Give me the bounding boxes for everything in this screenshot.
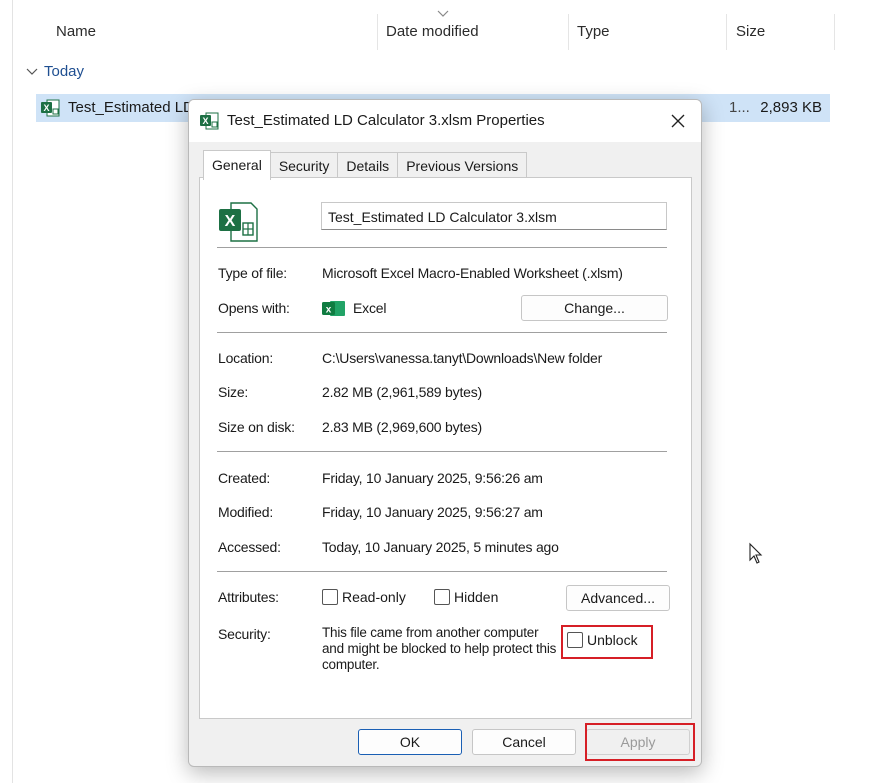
tab-details[interactable]: Details [337,152,399,179]
modified-value: Friday, 10 January 2025, 9:56:27 am [322,504,543,520]
column-header-date-modified[interactable]: Date modified [386,14,479,50]
hidden-checkbox[interactable]: Hidden [434,589,498,605]
cancel-button[interactable]: Cancel [472,729,576,755]
mouse-cursor-icon [749,542,763,564]
divider [217,451,667,452]
modified-label: Modified: [218,504,274,520]
size-on-disk-value: 2.83 MB (2,969,600 bytes) [322,419,482,435]
type-of-file-label: Type of file: [218,265,287,281]
type-of-file-value: Microsoft Excel Macro-Enabled Worksheet … [322,265,623,281]
security-message: This file came from another computer and… [322,625,557,672]
excel-file-icon: X [200,112,219,130]
excel-file-icon: X [41,99,60,117]
unblock-highlight [561,625,653,659]
security-label: Security: [218,626,271,642]
ok-button[interactable]: OK [358,729,462,755]
size-value: 2.82 MB (2,961,589 bytes) [322,384,482,400]
column-separator[interactable] [568,14,569,50]
accessed-value: Today, 10 January 2025, 5 minutes ago [322,539,559,555]
divider [217,332,667,333]
read-only-label: Read-only [342,589,406,605]
checkbox-box[interactable] [322,589,338,605]
advanced-button[interactable]: Advanced... [566,585,670,611]
apply-highlight [585,723,695,761]
attributes-label: Attributes: [218,589,279,605]
size-label: Size: [218,384,249,400]
opens-with-label: Opens with: [218,300,290,316]
chevron-down-icon [26,68,38,75]
group-header-today[interactable]: Today [26,62,84,82]
location-value: C:\Users\vanessa.tanyt\Downloads\New fol… [322,350,603,366]
close-icon[interactable] [667,110,689,132]
opens-with-value: Excel [353,300,387,316]
dialog-title: Test_Estimated LD Calculator 3.xlsm Prop… [227,112,545,129]
file-name-input[interactable]: Test_Estimated LD Calculator 3.xlsm [321,202,667,230]
hidden-label: Hidden [454,589,499,605]
size-on-disk-label: Size on disk: [218,419,295,435]
properties-dialog: X Test_Estimated LD Calculator 3.xlsm Pr… [188,99,702,767]
file-size: 2,893 KB [760,99,822,116]
checkbox-box[interactable] [434,589,450,605]
file-name: Test_Estimated LD [68,99,194,116]
tab-general[interactable]: General [203,150,271,180]
svg-text:x: x [326,305,332,316]
accessed-label: Accessed: [218,539,281,555]
svg-text:X: X [202,116,208,126]
column-separator[interactable] [377,14,378,50]
excel-app-icon: x [322,301,345,316]
divider [217,247,667,248]
svg-text:X: X [43,103,49,113]
tab-security[interactable]: Security [269,152,339,179]
svg-text:X: X [225,213,236,230]
change-button[interactable]: Change... [521,295,668,321]
pane-divider [12,0,13,783]
column-separator[interactable] [834,14,835,50]
tab-previous-versions[interactable]: Previous Versions [397,152,528,179]
created-label: Created: [218,470,271,486]
divider [217,571,667,572]
read-only-checkbox[interactable]: Read-only [322,589,406,605]
file-type: 1... [729,99,750,116]
created-value: Friday, 10 January 2025, 9:56:26 am [322,470,543,486]
column-header-size[interactable]: Size [736,14,765,50]
dialog-titlebar[interactable]: X Test_Estimated LD Calculator 3.xlsm Pr… [189,100,701,142]
group-label: Today [44,63,85,80]
column-header-type[interactable]: Type [577,14,610,50]
excel-file-large-icon: X [219,202,258,242]
tab-strip: General Security Details Previous Versio… [203,150,528,180]
column-header-name[interactable]: Name [56,14,96,50]
location-label: Location: [218,350,274,366]
column-separator[interactable] [726,14,727,50]
